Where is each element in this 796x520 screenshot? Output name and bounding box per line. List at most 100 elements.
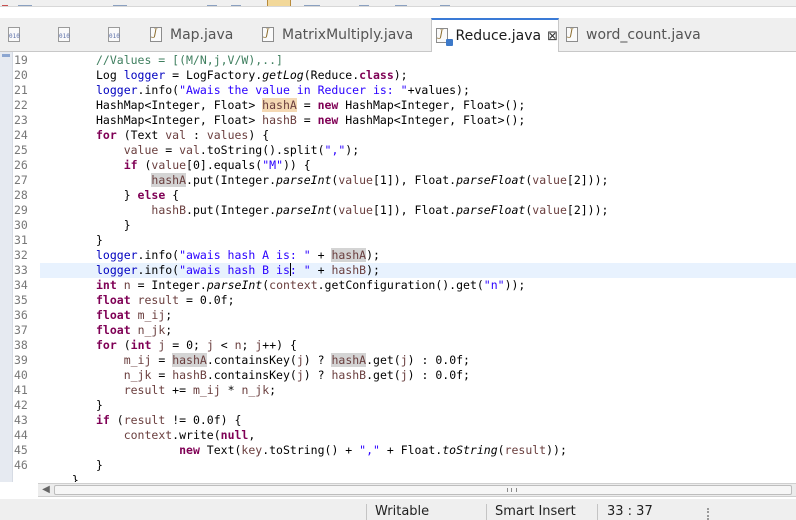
code-token: logger [123, 68, 166, 82]
code-line[interactable]: 34 int n = Integer.parseInt(context.getCo… [0, 278, 796, 293]
code-token: m_ij [137, 308, 166, 322]
code-token: value [123, 143, 159, 157]
code-token: hashB [331, 263, 367, 277]
class-file-icon [58, 26, 72, 43]
code-token: "," [359, 443, 380, 457]
code-token: .write( [172, 428, 221, 442]
code-text: for (int j = 0; j < n; j++) { [96, 338, 297, 353]
code-token: : " [289, 263, 311, 277]
code-line[interactable]: 37 float n_jk; [0, 323, 796, 338]
code-token: hashA [262, 98, 297, 112]
code-line[interactable]: 45 new Text(key.toString() + "," + Float… [0, 443, 796, 458]
code-token: .containsKey( [206, 368, 297, 382]
code-line[interactable]: 38 for (int j = 0; j < n; j++) { [0, 338, 796, 353]
tab-reduce-java[interactable]: Reduce.java ⊠ [431, 18, 559, 52]
tab-class-file-1[interactable] [4, 18, 32, 51]
code-token: ++) { [262, 338, 297, 352]
toolbar-icon[interactable] [18, 0, 32, 6]
scroll-left-icon[interactable]: ◀ [40, 484, 52, 496]
toolbar-icon[interactable] [2, 0, 8, 6]
code-line[interactable]: 29 hashB.put(Integer.parseInt(value[1]),… [0, 203, 796, 218]
code-token: HashMap<Integer, Float> [96, 98, 263, 112]
line-number: 40 [14, 368, 28, 382]
code-line[interactable]: 28 } else { [0, 188, 796, 203]
code-editor[interactable]: 19 //Values = [(M/N,j,V/W),..] 20 Log logge… [0, 52, 796, 482]
status-trim-handle[interactable] [707, 508, 712, 520]
code-line[interactable]: 30 } [0, 218, 796, 233]
code-line[interactable]: 41 result += m_ij * n_jk; [0, 383, 796, 398]
code-line[interactable]: 36 float m_ij; [0, 308, 796, 323]
tab-class-file-3[interactable] [104, 18, 132, 51]
code-text: m_ij = hashA.containsKey(j) ? hashA.get(… [96, 353, 470, 368]
tab-label: word_count.java [586, 26, 701, 43]
line-number: 27 [14, 173, 28, 187]
code-line[interactable]: 24 for (Text val : values) { [0, 128, 796, 143]
code-token: j [296, 368, 304, 382]
code-line[interactable]: 44 context.write(null, [0, 428, 796, 443]
code-token: hashA [331, 353, 367, 367]
code-token: result [504, 443, 547, 457]
scrollbar-thumb[interactable] [54, 485, 792, 495]
code-line[interactable]: 42} [0, 398, 796, 413]
code-line[interactable]: 31} [0, 233, 796, 248]
code-token: : [186, 128, 207, 142]
code-text: context.write(null, [96, 428, 256, 443]
toolbar-icon[interactable] [207, 0, 217, 6]
code-line[interactable]: 33 logger.info("awais hash B is: " + hash… [14, 263, 796, 278]
code-token: if [123, 158, 138, 172]
code-token: ) : 0.0f; [407, 368, 470, 382]
toolbar-icon[interactable] [440, 0, 450, 6]
toolbar-icon[interactable] [395, 0, 407, 6]
code-token: value [151, 158, 187, 172]
editor-tab-bar: Map.java MatrixMultiply.java Reduce.java… [0, 18, 796, 52]
horizontal-scrollbar[interactable]: ◀ [38, 483, 796, 497]
code-line[interactable]: 46} [0, 458, 796, 473]
line-number: 26 [14, 158, 28, 172]
line-number: 44 [14, 428, 28, 442]
toolbar-icon[interactable] [359, 0, 369, 6]
code-text: for (Text val : values) { [96, 128, 269, 143]
code-line[interactable]: 43 if (result != 0.0f) { [0, 413, 796, 428]
code-line[interactable]: 40 n_jk = hashB.containsKey(j) ? hashB.g… [0, 368, 796, 383]
toolbar-icon[interactable] [113, 0, 127, 6]
code-line[interactable]: 27 hashA.put(Integer.parseInt(value[1]),… [0, 173, 796, 188]
code-line[interactable]: 19 //Values = [(M/N,j,V/W),..] [0, 53, 796, 68]
tab-matrixmultiply-java[interactable]: MatrixMultiply.java [262, 18, 413, 51]
tab-word-count-java[interactable]: word_count.java [566, 18, 701, 51]
code-token: = LogFactory. [165, 68, 263, 82]
line-number: 23 [14, 113, 28, 127]
status-bar: Writable Smart Insert 33 : 37 [0, 499, 796, 520]
tab-map-java[interactable]: Map.java [150, 18, 233, 51]
code-token: [1]), Float. [372, 203, 457, 217]
code-line[interactable]: 20 Log logger = LogFactory.getLog(Reduce.… [0, 68, 796, 83]
close-tab-icon[interactable]: ⊠ [547, 30, 558, 43]
code-line[interactable]: 23 HashMap<Integer, Float> hashB = new Ha… [0, 113, 796, 128]
code-token: n [123, 278, 131, 292]
code-line[interactable]: 26 if (value[0].equals("M")) { [0, 158, 796, 173]
code-token: m_ij [192, 383, 221, 397]
code-token: j [296, 353, 304, 367]
line-number: 35 [14, 293, 28, 307]
status-insert-mode[interactable]: Smart Insert [495, 504, 576, 520]
line-number: 45 [14, 443, 28, 457]
line-number: 22 [14, 98, 28, 112]
java-file-icon [566, 26, 580, 43]
line-number: 38 [14, 338, 28, 352]
code-line[interactable]: 35 float result = 0.0f; [0, 293, 796, 308]
code-token: HashMap<Integer, Float>(); [338, 113, 526, 127]
toolbar-icon[interactable] [304, 0, 320, 6]
code-line[interactable]: 39 m_ij = hashA.containsKey(j) ? hashA.g… [0, 353, 796, 368]
code-token: //Values = [(M/N,j,V/W),..] [96, 53, 283, 67]
code-token: hashB [331, 368, 367, 382]
code-line[interactable]: 22 HashMap<Integer, Float> hashA = new Ha… [0, 98, 796, 113]
code-line[interactable]: 21 logger.info("Awais the value in Reduce… [0, 83, 796, 98]
java-file-icon [150, 26, 164, 43]
code-token: [0].equals( [186, 158, 263, 172]
toolbar-icon[interactable] [231, 0, 241, 6]
code-line[interactable]: 32 logger.info("awais hash A is: " + hash… [0, 248, 796, 263]
code-line[interactable]: 25 value = val.toString().split(","); [0, 143, 796, 158]
code-token: .get( [366, 353, 401, 367]
toolbar-icon[interactable] [267, 0, 291, 6]
tab-class-file-2[interactable] [54, 18, 82, 51]
